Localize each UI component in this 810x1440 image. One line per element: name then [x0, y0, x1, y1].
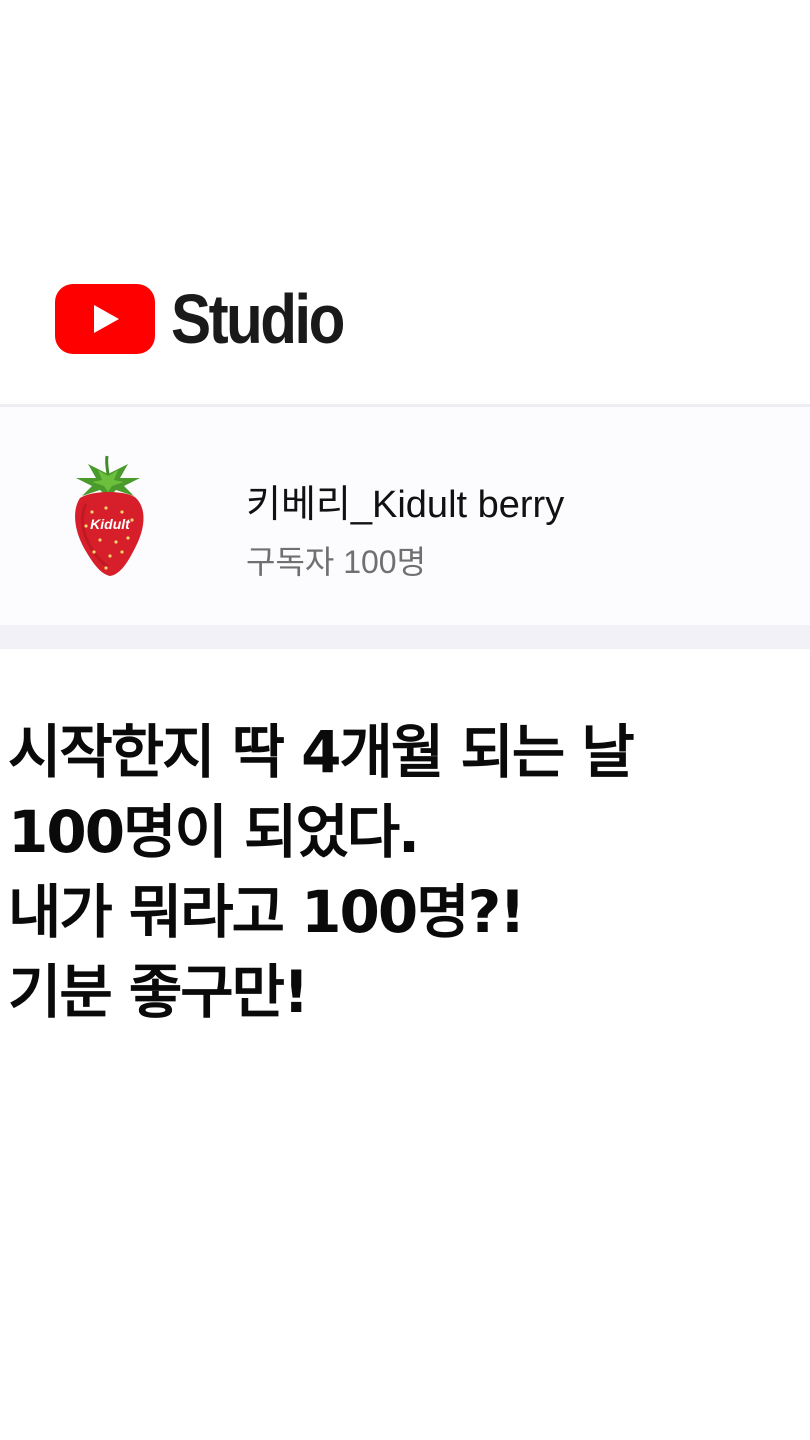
caption-line: 100명이 되었다. [8, 798, 420, 866]
strawberry-avatar-icon: Kidult [75, 455, 144, 576]
channel-avatar[interactable]: Kidult [66, 452, 152, 582]
youtube-play-icon [55, 284, 155, 354]
caption-text: 시작한지 딱 4개월 되는 날 100명이 되었다. 내가 뭐라고 100명?!… [8, 712, 808, 1032]
studio-logo-text: Studio [171, 280, 345, 358]
subscriber-count: 구독자 100명 [246, 544, 427, 580]
section-divider [0, 625, 810, 649]
avatar-label: Kidult [90, 516, 131, 532]
channel-card[interactable]: Kidult 키베리_Kidult berry 구독자 100명 [0, 407, 810, 625]
caption-line: 기분 좋구만! [8, 958, 309, 1026]
header-area: Studio [0, 0, 810, 404]
youtube-studio-logo[interactable]: Studio [55, 283, 371, 355]
channel-name[interactable]: 키베리_Kidult berry [246, 473, 564, 528]
caption-line: 내가 뭐라고 100명?! [8, 878, 526, 946]
caption-line: 시작한지 딱 4개월 되는 날 [8, 718, 635, 786]
